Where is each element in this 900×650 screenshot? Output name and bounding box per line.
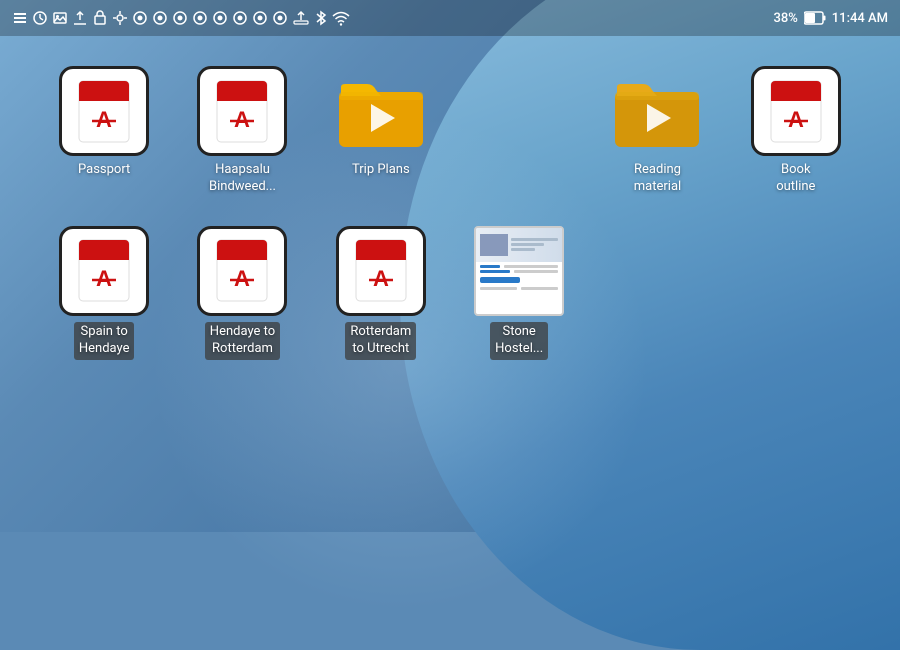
app-book-outline[interactable]: A Bookoutline	[732, 66, 860, 196]
app-trip-plans[interactable]: Trip Plans	[317, 66, 445, 179]
book-outline-pdf-svg: A	[766, 79, 826, 144]
battery-percentage: 38%	[773, 11, 797, 26]
chrome-icon3	[172, 10, 188, 26]
svg-text:A: A	[96, 266, 112, 291]
rotterdam-utrecht-icon: A	[336, 226, 426, 316]
chrome-icon8	[272, 10, 288, 26]
chrome-icon2	[152, 10, 168, 26]
svg-text:A: A	[235, 107, 251, 132]
trip-plans-icon	[336, 66, 426, 156]
rotterdam-utrecht-label: Rotterdamto Utrecht	[345, 322, 416, 360]
status-bar: 38% 11:44 AM	[0, 0, 900, 36]
rotterdam-pdf-svg: A	[351, 238, 411, 303]
app-haapsalu[interactable]: A HaapsaluBindweed...	[178, 66, 306, 196]
passport-label: Passport	[78, 162, 130, 179]
spain-pdf-svg: A	[74, 238, 134, 303]
upload-icon	[72, 10, 88, 26]
haapsalu-label: HaapsaluBindweed...	[209, 162, 276, 196]
trip-plans-folder-svg	[337, 74, 425, 149]
app-reading-material[interactable]: Readingmaterial	[593, 66, 721, 196]
chrome-icon4	[192, 10, 208, 26]
battery-icon	[804, 11, 826, 25]
hendaye-rotterdam-icon: A	[197, 226, 287, 316]
upload2-icon	[292, 10, 310, 26]
image-icon	[52, 10, 68, 26]
app-rotterdam-utrecht[interactable]: A Rotterdamto Utrecht	[317, 226, 445, 360]
svg-text:A: A	[235, 266, 251, 291]
bag-icon	[92, 10, 108, 26]
stone-hostel-thumbnail	[474, 226, 564, 316]
app-stone-hostel[interactable]: StoneHostel...	[455, 226, 583, 360]
thumbnail-image	[480, 234, 508, 256]
book-outline-label: Bookoutline	[776, 162, 815, 196]
svg-text:A: A	[373, 266, 389, 291]
haapsalu-icon: A	[197, 66, 287, 156]
chrome-icon1	[132, 10, 148, 26]
wifi-icon	[332, 10, 350, 26]
passport-pdf-svg: A	[74, 79, 134, 144]
status-bar-right: 38% 11:44 AM	[773, 11, 888, 26]
chrome-icon7	[252, 10, 268, 26]
clock-icon	[32, 10, 48, 26]
time-display: 11:44 AM	[832, 11, 888, 26]
spain-hendaye-icon: A	[59, 226, 149, 316]
svg-text:A: A	[788, 107, 804, 132]
svg-text:A: A	[96, 107, 112, 132]
chrome-icon6	[232, 10, 248, 26]
app-passport[interactable]: A Passport	[40, 66, 168, 179]
menu-icon	[12, 10, 28, 26]
reading-material-icon	[612, 66, 702, 156]
trip-plans-label: Trip Plans	[352, 162, 410, 179]
passport-icon: A	[59, 66, 149, 156]
stone-hostel-label: StoneHostel...	[490, 322, 548, 360]
spain-hendaye-label: Spain toHendaye	[74, 322, 135, 360]
book-outline-icon: A	[751, 66, 841, 156]
haapsalu-pdf-svg: A	[212, 79, 272, 144]
hendaye-pdf-svg: A	[212, 238, 272, 303]
reading-material-label: Readingmaterial	[634, 162, 681, 196]
app-hendaye-rotterdam[interactable]: A Hendaye toRotterdam	[178, 226, 306, 360]
bluetooth-icon	[314, 10, 328, 26]
app-grid: A Passport A HaapsaluBindweed...	[0, 36, 900, 380]
hendaye-rotterdam-label: Hendaye toRotterdam	[205, 322, 280, 360]
settings-icon2	[112, 10, 128, 26]
reading-folder-svg	[613, 74, 701, 149]
status-bar-icons	[12, 10, 350, 26]
chrome-icon5	[212, 10, 228, 26]
app-spain-hendaye[interactable]: A Spain toHendaye	[40, 226, 168, 360]
